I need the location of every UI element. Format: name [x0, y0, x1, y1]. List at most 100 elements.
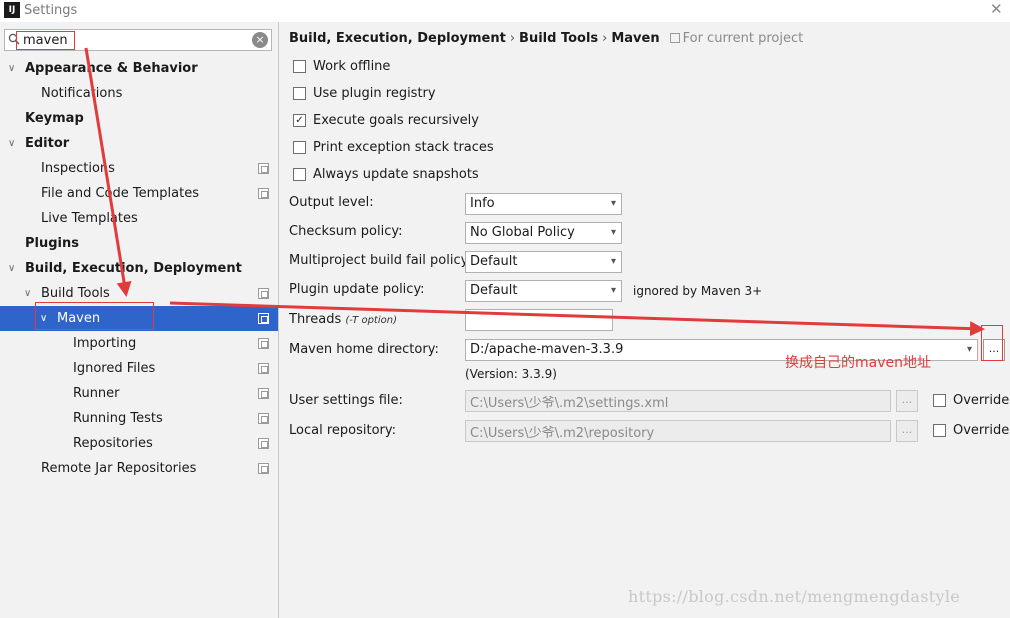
tree-item-build-execution-deployment[interactable]: ∨ Build, Execution, Deployment: [0, 256, 278, 281]
user-settings-input[interactable]: [465, 390, 891, 412]
intellij-app-icon: IJ: [4, 2, 20, 18]
tree-item-repositories[interactable]: Repositories: [0, 431, 278, 456]
checkbox-box[interactable]: ✓: [293, 114, 306, 127]
maven-highlight-box: [35, 302, 154, 330]
search-highlight-box: [16, 31, 75, 50]
tree-item-label: Keymap: [25, 111, 84, 126]
maven-settings-panel: Build, Execution, Deployment › Build Tools…: [280, 22, 1010, 618]
multiproject-fail-policy-select[interactable]: Default ▾: [465, 251, 622, 273]
chevron-down-icon[interactable]: ▾: [611, 252, 616, 272]
local-repository-browse-button[interactable]: ...: [896, 420, 918, 442]
checkbox-box[interactable]: [933, 394, 946, 407]
project-settings-icon: [258, 388, 269, 399]
checkbox-label[interactable]: Print exception stack traces: [313, 138, 494, 158]
for-current-project-label: For current project: [682, 31, 804, 46]
checkbox-box[interactable]: [293, 60, 306, 73]
select-value: Default: [470, 254, 518, 269]
checkbox-label[interactable]: Always update snapshots: [313, 165, 479, 185]
local-repository-input[interactable]: [465, 420, 891, 442]
threads-label-text: Threads: [289, 312, 342, 327]
browse-highlight-box: [981, 325, 1003, 361]
tree-item-label: Ignored Files: [73, 361, 156, 376]
threads-label: Threads (-T option): [289, 312, 397, 327]
breadcrumb-separator: ›: [602, 31, 608, 46]
checkbox-box[interactable]: [293, 168, 306, 181]
tree-item-label: Remote Jar Repositories: [41, 461, 197, 476]
plugin-update-policy-select[interactable]: Default ▾: [465, 280, 622, 302]
tree-item-remote-jar-repositories[interactable]: Remote Jar Repositories: [0, 456, 278, 481]
threads-option-hint: (-T option): [345, 315, 397, 326]
watermark: https://blog.csdn.net/mengmengdastyle: [628, 587, 961, 606]
chevron-down-icon[interactable]: ∨: [8, 56, 20, 81]
tree-item-importing[interactable]: Importing: [0, 331, 278, 356]
tree-item-notifications[interactable]: Notifications: [0, 81, 278, 106]
output-level-select[interactable]: Info ▾: [465, 193, 622, 215]
user-settings-label: User settings file:: [289, 393, 403, 408]
clear-search-icon[interactable]: ×: [252, 32, 268, 48]
checkbox-box[interactable]: [293, 141, 306, 154]
tree-item-appearance-behavior[interactable]: ∨ Appearance & Behavior: [0, 56, 278, 81]
maven-home-label: Maven home directory:: [289, 342, 439, 357]
chevron-down-icon[interactable]: ∨: [8, 256, 20, 281]
project-settings-icon: [669, 33, 680, 43]
breadcrumb-part: Build, Execution, Deployment: [289, 31, 506, 46]
breadcrumb: Build, Execution, Deployment › Build Tools…: [289, 31, 803, 46]
tree-item-label: Build, Execution, Deployment: [25, 261, 242, 276]
threads-input[interactable]: [465, 309, 613, 331]
tree-item-label: Appearance & Behavior: [25, 61, 198, 76]
project-settings-icon: [258, 188, 269, 199]
checkbox-label[interactable]: Work offline: [313, 57, 390, 77]
checkbox-label[interactable]: Override: [953, 391, 1009, 411]
user-settings-browse-button[interactable]: ...: [896, 390, 918, 412]
tree-item-label: Inspections: [41, 161, 115, 176]
tree-item-label: Repositories: [73, 436, 153, 451]
checkbox-label[interactable]: Execute goals recursively: [313, 111, 479, 131]
tree-item-label: Plugins: [25, 236, 79, 251]
breadcrumb-part: Build Tools: [519, 31, 599, 46]
project-settings-icon: [258, 288, 269, 299]
checkbox-box[interactable]: [933, 424, 946, 437]
close-icon[interactable]: ✕: [990, 0, 1003, 18]
tree-item-keymap[interactable]: Keymap: [0, 106, 278, 131]
window-title: Settings: [24, 3, 78, 18]
project-settings-icon: [258, 463, 269, 474]
tree-item-ignored-files[interactable]: Ignored Files: [0, 356, 278, 381]
project-settings-icon: [258, 413, 269, 424]
plugin-update-policy-label: Plugin update policy:: [289, 282, 425, 297]
annotation-text: 换成自己的maven地址: [785, 355, 931, 371]
tree-item-editor[interactable]: ∨ Editor: [0, 131, 278, 156]
checkbox-box[interactable]: [293, 87, 306, 100]
tree-item-plugins[interactable]: Plugins: [0, 231, 278, 256]
project-settings-icon: [258, 163, 269, 174]
chevron-down-icon[interactable]: ∨: [8, 131, 20, 156]
checksum-policy-select[interactable]: No Global Policy ▾: [465, 222, 622, 244]
chevron-down-icon[interactable]: ▾: [611, 223, 616, 243]
select-value: No Global Policy: [470, 225, 575, 240]
chevron-down-icon[interactable]: ▾: [611, 281, 616, 301]
tree-item-label: Running Tests: [73, 411, 163, 426]
tree-item-live-templates[interactable]: Live Templates: [0, 206, 278, 231]
tree-item-label: File and Code Templates: [41, 186, 199, 201]
tree-item-runner[interactable]: Runner: [0, 381, 278, 406]
tree-item-file-code-templates[interactable]: File and Code Templates: [0, 181, 278, 206]
tree-item-running-tests[interactable]: Running Tests: [0, 406, 278, 431]
checkbox-label[interactable]: Override: [953, 421, 1009, 441]
tree-item-label: Live Templates: [41, 211, 138, 226]
select-value: Default: [470, 283, 518, 298]
select-value: Info: [470, 196, 495, 211]
project-settings-icon: [258, 338, 269, 349]
project-settings-icon: [258, 438, 269, 449]
chevron-down-icon[interactable]: ▾: [967, 340, 972, 360]
local-repository-label: Local repository:: [289, 423, 396, 438]
tree-item-label: Notifications: [41, 86, 123, 101]
checksum-policy-label: Checksum policy:: [289, 224, 403, 239]
checkbox-label[interactable]: Use plugin registry: [313, 84, 436, 104]
project-settings-icon: [258, 313, 269, 324]
tree-item-label: Editor: [25, 136, 70, 151]
breadcrumb-part: Maven: [611, 31, 660, 46]
output-level-label: Output level:: [289, 195, 374, 210]
tree-item-inspections[interactable]: Inspections: [0, 156, 278, 181]
breadcrumb-separator: ›: [509, 31, 516, 46]
tree-item-label: Importing: [73, 336, 137, 351]
chevron-down-icon[interactable]: ▾: [611, 194, 616, 214]
